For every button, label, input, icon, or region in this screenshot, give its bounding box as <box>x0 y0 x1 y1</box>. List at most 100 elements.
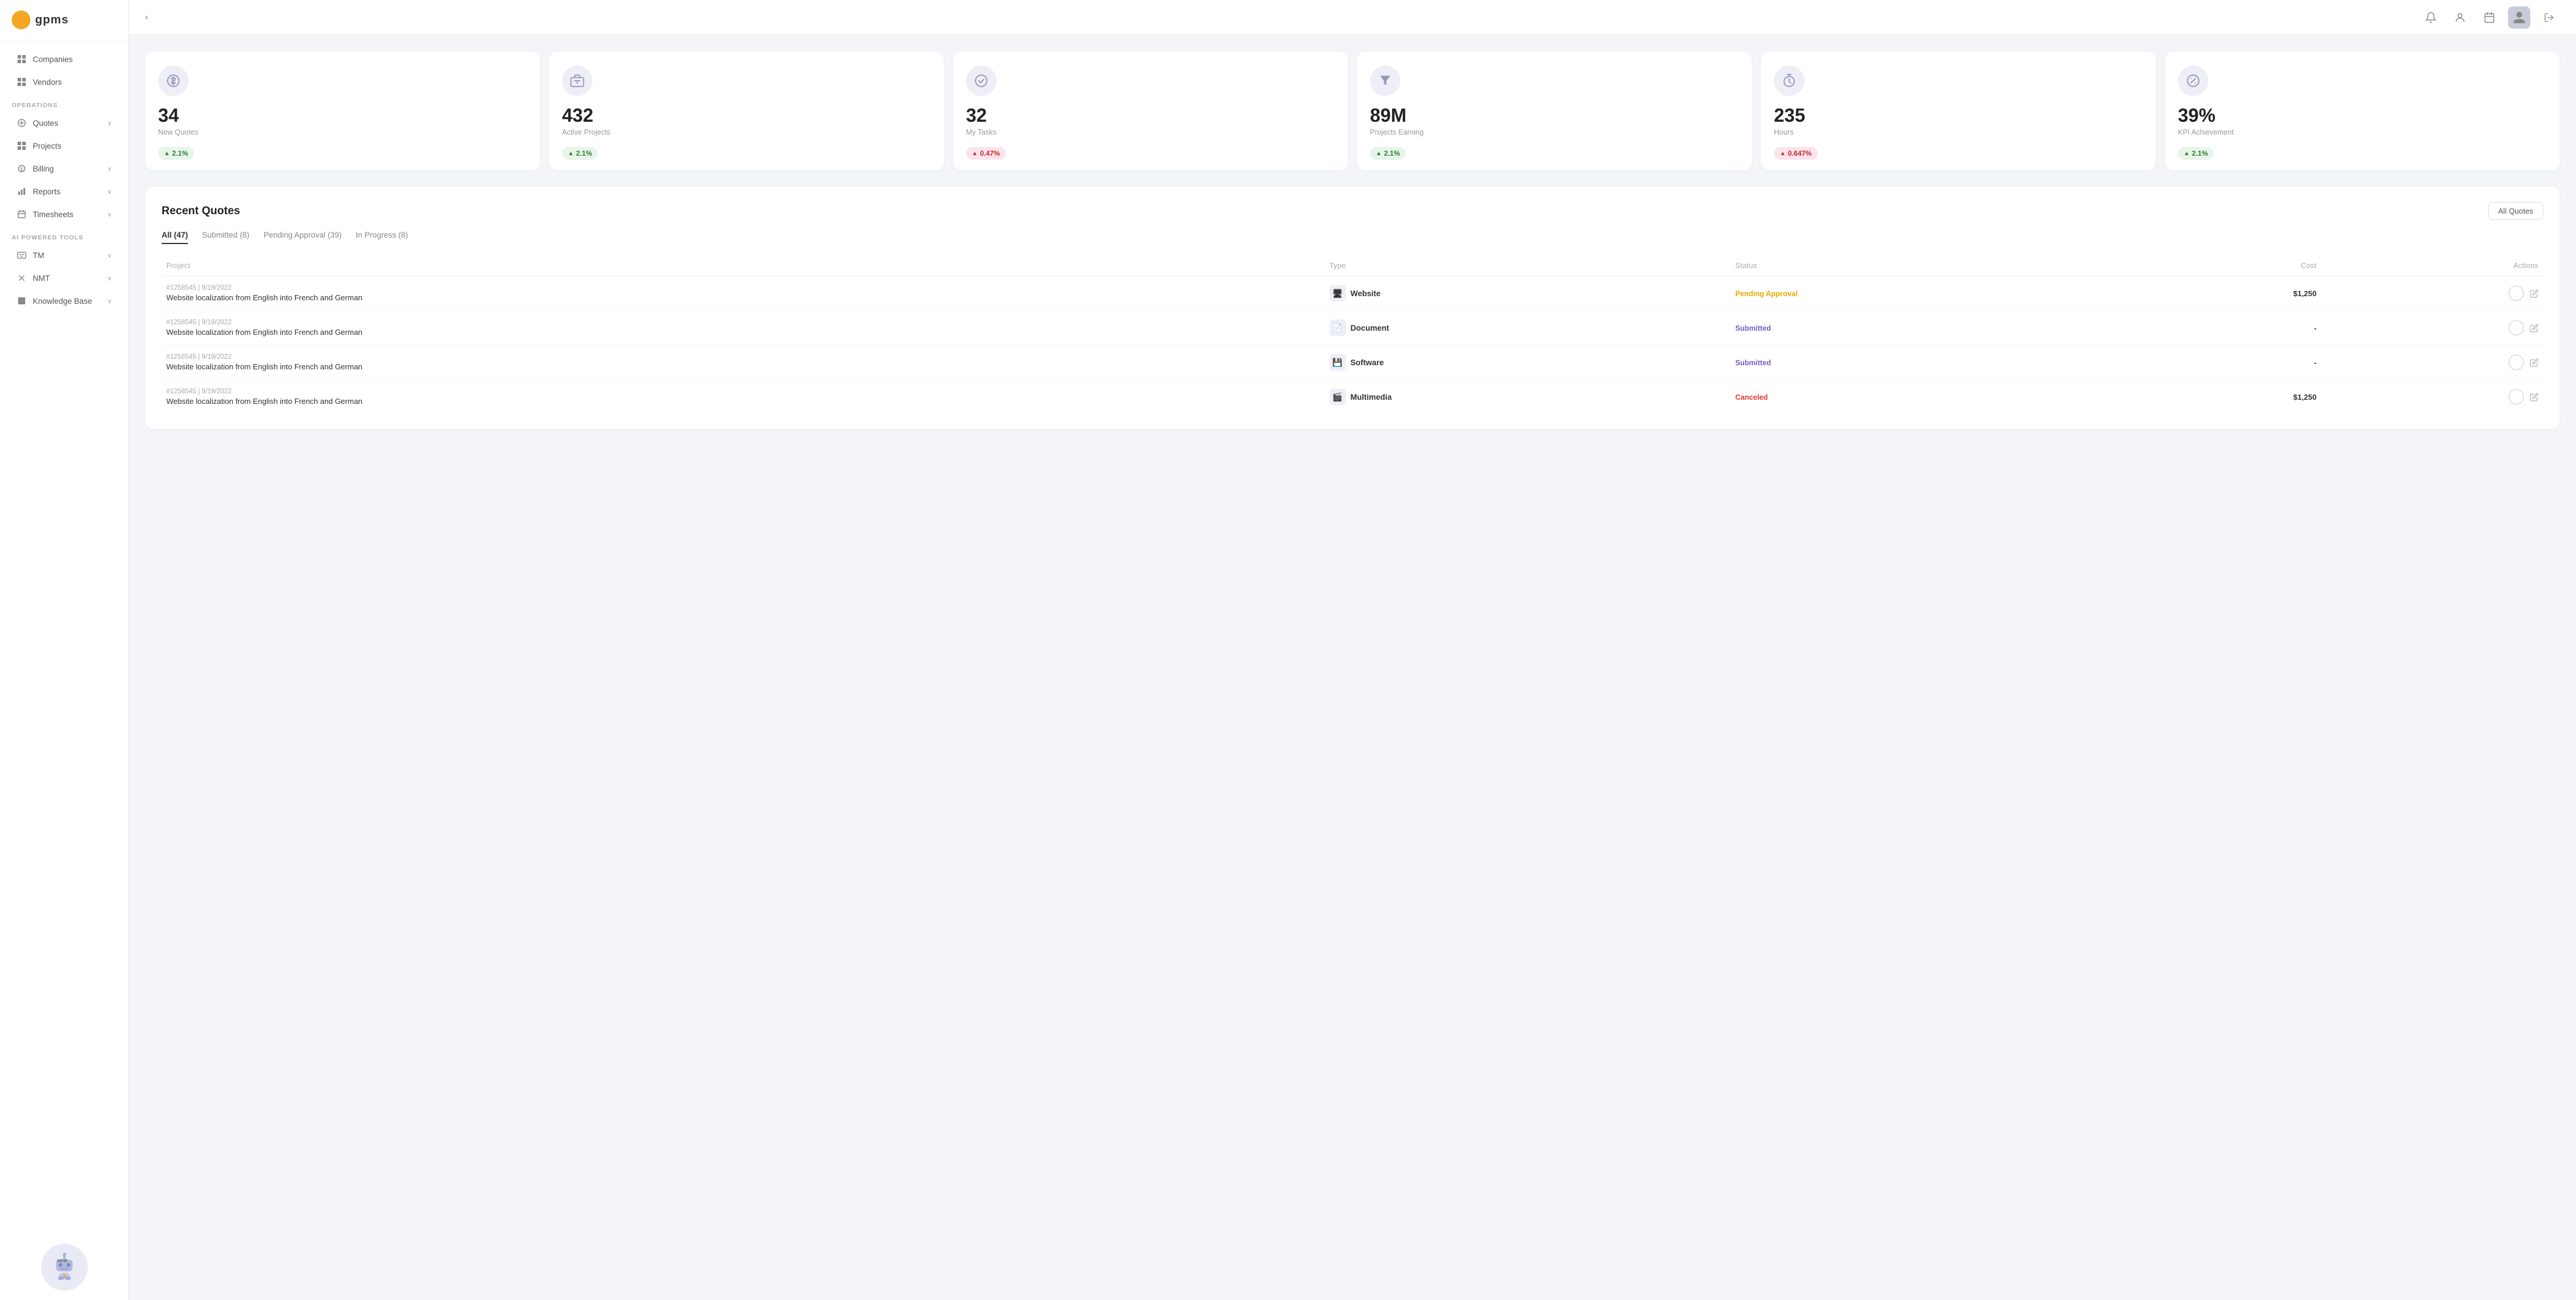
sidebar-item-companies[interactable]: Companies <box>5 48 124 70</box>
edit-button[interactable] <box>2530 324 2539 332</box>
select-button[interactable] <box>2509 320 2524 335</box>
logo-icon <box>12 11 30 29</box>
stat-badge-projects-earning: ▲ 2.1% <box>1370 147 1406 160</box>
sidebar-item-vendors[interactable]: Vendors <box>5 71 124 93</box>
stat-value-kpi: 39% <box>2178 105 2547 126</box>
logout-button[interactable] <box>2539 7 2560 28</box>
billing-icon: $ <box>16 163 27 174</box>
table-row: #1258545 | 9/19/2022 Website localizatio… <box>162 345 2543 380</box>
notifications-button[interactable] <box>2420 7 2441 28</box>
sidebar-nav: Companies Vendors OPERATIONS Quotes <box>0 40 128 1234</box>
sidebar-item-reports[interactable]: Reports ∨ <box>5 180 124 203</box>
vendors-icon <box>16 77 27 87</box>
reports-icon <box>16 186 27 197</box>
sidebar-item-label-tm: TM <box>33 251 44 260</box>
col-cost: Cost <box>2136 256 2321 276</box>
sidebar-item-label-reports: Reports <box>33 187 60 196</box>
operations-label: OPERATIONS <box>0 94 128 111</box>
sidebar-item-nmt[interactable]: NMT ∨ <box>5 267 124 289</box>
edit-button[interactable] <box>2530 358 2539 367</box>
stat-label-kpi: KPI Achievement <box>2178 128 2547 136</box>
calendar-button[interactable] <box>2479 7 2500 28</box>
select-button[interactable] <box>2509 286 2524 301</box>
stat-badge-new-quotes: ▲ 2.1% <box>158 147 194 160</box>
cost-cell: - <box>2136 345 2321 380</box>
col-project: Project <box>162 256 1325 276</box>
stat-card-kpi: 39% KPI Achievement ▲ 2.1% <box>2165 52 2560 170</box>
sidebar: gpms Companies Vendors <box>0 0 129 1300</box>
tab-in-progress[interactable]: In Progress (8) <box>356 231 408 244</box>
stat-badge-my-tasks: ▲ 0.47% <box>966 147 1006 160</box>
table-row: #1258545 | 9/19/2022 Website localizatio… <box>162 311 2543 345</box>
type-label: Document <box>1351 324 1389 332</box>
cost-cell: $1,250 <box>2136 276 2321 311</box>
stat-card-new-quotes: 34 New Quotes ▲ 2.1% <box>145 52 540 170</box>
sidebar-item-label-timesheets: Timesheets <box>33 210 73 219</box>
sidebar-item-label-projects: Projects <box>33 142 61 150</box>
tab-pending-approval[interactable]: Pending Approval (39) <box>263 231 342 244</box>
stat-badge-active-projects: ▲ 2.1% <box>562 147 598 160</box>
tab-submitted[interactable]: Submitted (8) <box>202 231 249 244</box>
timesheets-icon <box>16 209 27 219</box>
stat-value-active-projects: 432 <box>562 105 931 126</box>
briefcase-icon <box>562 66 592 96</box>
stat-label-active-projects: Active Projects <box>562 128 931 136</box>
sidebar-item-billing[interactable]: $ Billing ∨ <box>5 157 124 180</box>
recent-quotes-section: Recent Quotes All Quotes All (47) Submit… <box>145 187 2560 429</box>
stat-label-hours: Hours <box>1774 128 2143 136</box>
artie-bot: ARTIE <box>41 1244 88 1291</box>
stat-label-new-quotes: New Quotes <box>158 128 527 136</box>
type-icon-multimedia: 🎬 <box>1330 389 1346 405</box>
content-area: 34 New Quotes ▲ 2.1% 432 Active Projects <box>129 35 2576 445</box>
quotes-chevron: ∨ <box>107 119 112 127</box>
quotes-icon <box>16 118 27 128</box>
ai-label: AI POWERED TOOLS <box>0 226 128 243</box>
stat-badge-hours: ▲ 0.647% <box>1774 147 1818 160</box>
sidebar-item-label-quotes: Quotes <box>33 119 59 128</box>
billing-chevron: ∨ <box>107 165 112 173</box>
sidebar-item-knowledge-base[interactable]: Knowledge Base ∨ <box>5 290 124 312</box>
tab-all[interactable]: All (47) <box>162 231 188 244</box>
stat-value-projects-earning: 89M <box>1370 105 1739 126</box>
sidebar-item-timesheets[interactable]: Timesheets ∨ <box>5 203 124 225</box>
col-status: Status <box>1731 256 2136 276</box>
main-area: ‹ <box>129 0 2576 1300</box>
sidebar-item-label-companies: Companies <box>33 55 73 64</box>
section-header: Recent Quotes All Quotes <box>162 202 2543 220</box>
select-button[interactable] <box>2509 389 2524 404</box>
status-badge: Submitted <box>1735 324 1771 332</box>
timesheets-chevron: ∨ <box>107 211 112 218</box>
logo-text: gpms <box>35 13 68 27</box>
kb-icon <box>16 296 27 306</box>
nmt-icon <box>16 273 27 283</box>
type-icon-website: 🖥 <box>1330 285 1346 301</box>
section-title: Recent Quotes <box>162 205 240 218</box>
dollar-icon <box>158 66 189 96</box>
edit-button[interactable] <box>2530 393 2539 402</box>
sidebar-item-tm[interactable]: TM ∨ <box>5 244 124 266</box>
select-button[interactable] <box>2509 355 2524 370</box>
projects-icon <box>16 140 27 151</box>
user-menu-button[interactable] <box>2450 7 2471 28</box>
stat-label-projects-earning: Projects Earning <box>1370 128 1739 136</box>
nmt-chevron: ∨ <box>107 275 112 282</box>
cost-cell: - <box>2136 311 2321 345</box>
type-icon-software: 💾 <box>1330 354 1346 371</box>
sidebar-item-label-vendors: Vendors <box>33 78 62 87</box>
app-container: gpms Companies Vendors <box>0 0 2576 1300</box>
sidebar-item-quotes[interactable]: Quotes ∨ <box>5 112 124 134</box>
stat-label-my-tasks: My Tasks <box>966 128 1335 136</box>
type-label: Software <box>1351 358 1384 367</box>
logo-area: gpms <box>0 0 128 40</box>
stat-value-new-quotes: 34 <box>158 105 527 126</box>
collapse-sidebar-button[interactable]: ‹ <box>145 12 148 23</box>
table-row: #1258545 | 9/19/2022 Website localizatio… <box>162 276 2543 311</box>
sidebar-item-projects[interactable]: Projects <box>5 135 124 157</box>
edit-button[interactable] <box>2530 289 2539 298</box>
stats-row: 34 New Quotes ▲ 2.1% 432 Active Projects <box>145 52 2560 170</box>
status-badge: Canceled <box>1735 393 1768 402</box>
type-icon-document: 📄 <box>1330 320 1346 336</box>
all-quotes-button[interactable]: All Quotes <box>2488 202 2543 220</box>
type-label: Multimedia <box>1351 393 1392 402</box>
avatar[interactable] <box>2508 6 2530 29</box>
